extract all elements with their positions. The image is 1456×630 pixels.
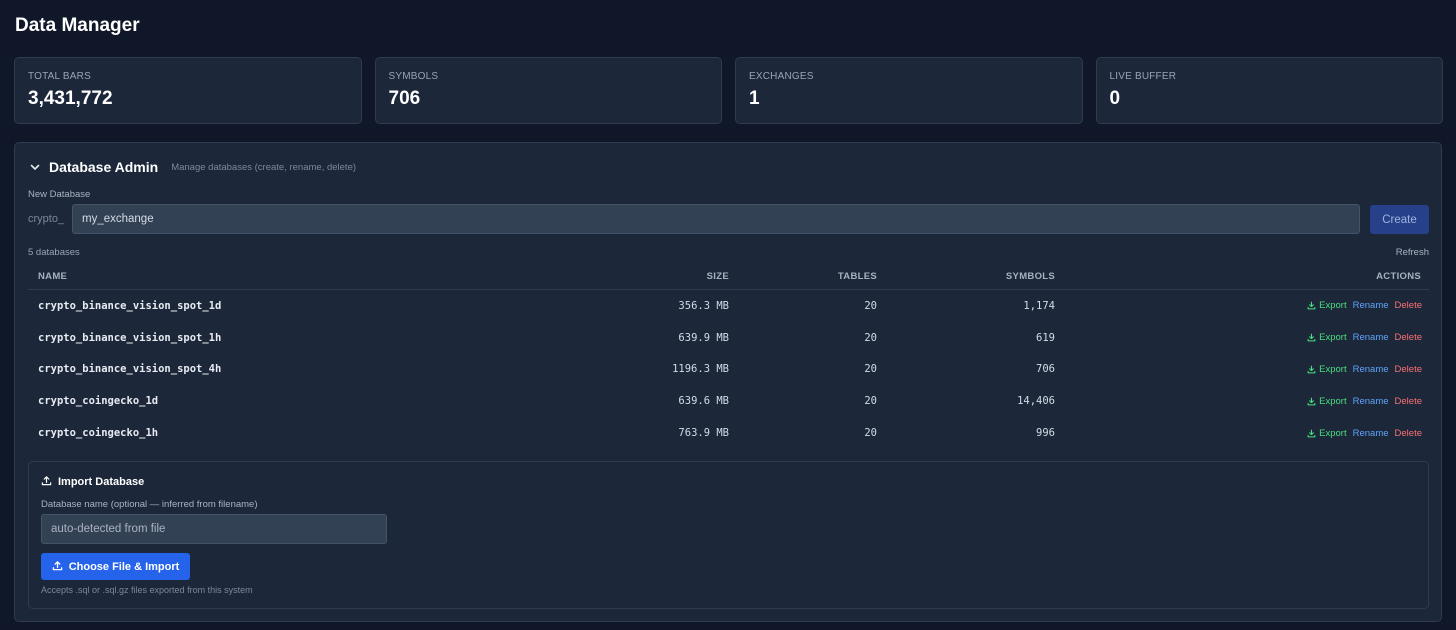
database-symbols: 706 xyxy=(1036,363,1055,376)
database-size: 763.9 MB xyxy=(678,427,729,440)
stat-label: TOTAL BARS xyxy=(28,71,91,82)
export-label: Export xyxy=(1319,300,1347,312)
database-name: crypto_coingecko_1d xyxy=(38,395,159,408)
stat-label: LIVE BUFFER xyxy=(1109,71,1177,82)
database-size: 639.9 MB xyxy=(678,331,729,344)
stat-card-exchanges: EXCHANGES 1 xyxy=(735,57,1083,124)
database-symbols: 619 xyxy=(1036,331,1055,344)
delete-button[interactable]: Delete xyxy=(1395,396,1422,407)
database-admin-panel: Database Admin Manage databases (create,… xyxy=(14,142,1442,622)
new-database-label: New Database xyxy=(28,189,91,200)
import-database-name-input[interactable] xyxy=(41,514,387,544)
stat-value: 1 xyxy=(749,88,760,109)
page-title: Data Manager xyxy=(15,15,140,36)
database-symbols: 14,406 xyxy=(1017,395,1055,408)
database-admin-header[interactable]: Database Admin Manage databases (create,… xyxy=(29,158,356,176)
table-body: crypto_binance_vision_spot_1d 356.3 MB 20 1… xyxy=(28,290,1429,449)
database-symbols: 996 xyxy=(1036,427,1055,440)
database-tables: 20 xyxy=(864,299,877,312)
row-actions: Export Rename Delete xyxy=(1055,364,1429,375)
database-tables: 20 xyxy=(864,363,877,376)
data-manager-page: Data Manager TOTAL BARS 3,431,772 SYMBOL… xyxy=(0,0,1456,630)
create-database-button[interactable]: Create xyxy=(1370,205,1429,234)
database-tables: 20 xyxy=(864,331,877,344)
row-actions: Export Rename Delete xyxy=(1055,300,1429,311)
database-name: crypto_coingecko_1h xyxy=(38,427,159,440)
rename-button[interactable]: Rename xyxy=(1353,300,1389,311)
delete-button[interactable]: Delete xyxy=(1395,332,1422,343)
column-header-actions: ACTIONS xyxy=(1376,271,1421,282)
export-button[interactable]: Export xyxy=(1307,427,1347,439)
import-database-title: Import Database xyxy=(58,476,145,488)
download-icon xyxy=(1307,429,1316,438)
database-table: NAME SIZE TABLES SYMBOLS ACTIONS crypto_… xyxy=(28,264,1429,449)
database-symbols: 1,174 xyxy=(1023,299,1055,312)
database-tables: 20 xyxy=(864,395,877,408)
row-actions: Export Rename Delete xyxy=(1055,396,1429,407)
stat-card-total-bars: TOTAL BARS 3,431,772 xyxy=(14,57,362,124)
refresh-button[interactable]: Refresh xyxy=(1396,247,1429,258)
database-size: 1196.3 MB xyxy=(672,363,729,376)
export-button[interactable]: Export xyxy=(1307,363,1347,375)
database-name: crypto_binance_vision_spot_1d xyxy=(38,299,222,312)
database-size: 639.6 MB xyxy=(678,395,729,408)
database-admin-subtitle: Manage databases (create, rename, delete… xyxy=(171,161,357,173)
table-row: crypto_binance_vision_spot_1h 639.9 MB 20 6… xyxy=(28,322,1429,354)
database-prefix: crypto_ xyxy=(28,213,65,225)
export-button[interactable]: Export xyxy=(1307,395,1347,407)
export-label: Export xyxy=(1319,395,1347,407)
stats-row: TOTAL BARS 3,431,772 SYMBOLS 706 EXCHANG… xyxy=(14,57,1443,124)
upload-icon xyxy=(41,475,52,489)
rename-button[interactable]: Rename xyxy=(1353,396,1389,407)
table-row: crypto_coingecko_1h 763.9 MB 20 996 Export Re… xyxy=(28,417,1429,449)
database-name: crypto_binance_vision_spot_4h xyxy=(38,363,222,376)
stat-value: 0 xyxy=(1109,88,1121,109)
download-icon xyxy=(1307,365,1316,374)
rename-button[interactable]: Rename xyxy=(1353,332,1389,343)
rename-button[interactable]: Rename xyxy=(1353,364,1389,375)
stat-label: SYMBOLS xyxy=(388,71,439,82)
chevron-down-icon[interactable] xyxy=(29,161,41,173)
import-database-header: Import Database xyxy=(41,475,144,489)
delete-button[interactable]: Delete xyxy=(1395,364,1422,375)
table-row: crypto_coingecko_1d 639.6 MB 20 14,406 Expor… xyxy=(28,385,1429,417)
column-header-size: SIZE xyxy=(706,271,729,282)
row-actions: Export Rename Delete xyxy=(1055,332,1429,343)
stat-card-live-buffer: LIVE BUFFER 0 xyxy=(1095,57,1443,124)
choose-file-import-button[interactable]: Choose File & Import xyxy=(41,553,190,580)
delete-button[interactable]: Delete xyxy=(1395,300,1422,311)
column-header-tables: TABLES xyxy=(837,271,877,282)
database-admin-title: Database Admin xyxy=(49,159,159,175)
database-size: 356.3 MB xyxy=(678,299,729,312)
stat-label: EXCHANGES xyxy=(749,71,814,82)
delete-button[interactable]: Delete xyxy=(1395,428,1422,439)
table-header: NAME SIZE TABLES SYMBOLS ACTIONS xyxy=(28,264,1429,290)
upload-icon xyxy=(52,560,63,574)
database-name: crypto_binance_vision_spot_1h xyxy=(38,331,222,344)
import-hint: Accepts .sql or .sql.gz files exported f… xyxy=(41,585,253,595)
export-label: Export xyxy=(1319,363,1347,375)
stat-card-symbols: SYMBOLS 706 xyxy=(374,57,722,124)
table-row: crypto_binance_vision_spot_1d 356.3 MB 20 1… xyxy=(28,290,1429,322)
export-label: Export xyxy=(1319,332,1347,344)
database-tables: 20 xyxy=(864,427,877,440)
import-name-label: Database name (optional — inferred from … xyxy=(41,499,258,510)
column-header-name: NAME xyxy=(38,271,68,282)
new-database-name-input[interactable] xyxy=(72,204,1360,234)
table-row: crypto_binance_vision_spot_4h 1196.3 MB 20… xyxy=(28,354,1429,386)
stat-value: 706 xyxy=(388,88,421,109)
download-icon xyxy=(1307,397,1316,406)
download-icon xyxy=(1307,333,1316,342)
download-icon xyxy=(1307,301,1316,310)
choose-file-import-label: Choose File & Import xyxy=(68,560,180,573)
column-header-symbols: SYMBOLS xyxy=(1005,271,1055,282)
database-count: 5 databases xyxy=(28,247,80,258)
rename-button[interactable]: Rename xyxy=(1353,428,1389,439)
stat-value: 3,431,772 xyxy=(28,88,113,109)
export-button[interactable]: Export xyxy=(1307,332,1347,344)
import-database-section: Import Database Database name (optional … xyxy=(28,461,1429,609)
export-button[interactable]: Export xyxy=(1307,300,1347,312)
export-label: Export xyxy=(1319,427,1347,439)
row-actions: Export Rename Delete xyxy=(1055,428,1429,439)
